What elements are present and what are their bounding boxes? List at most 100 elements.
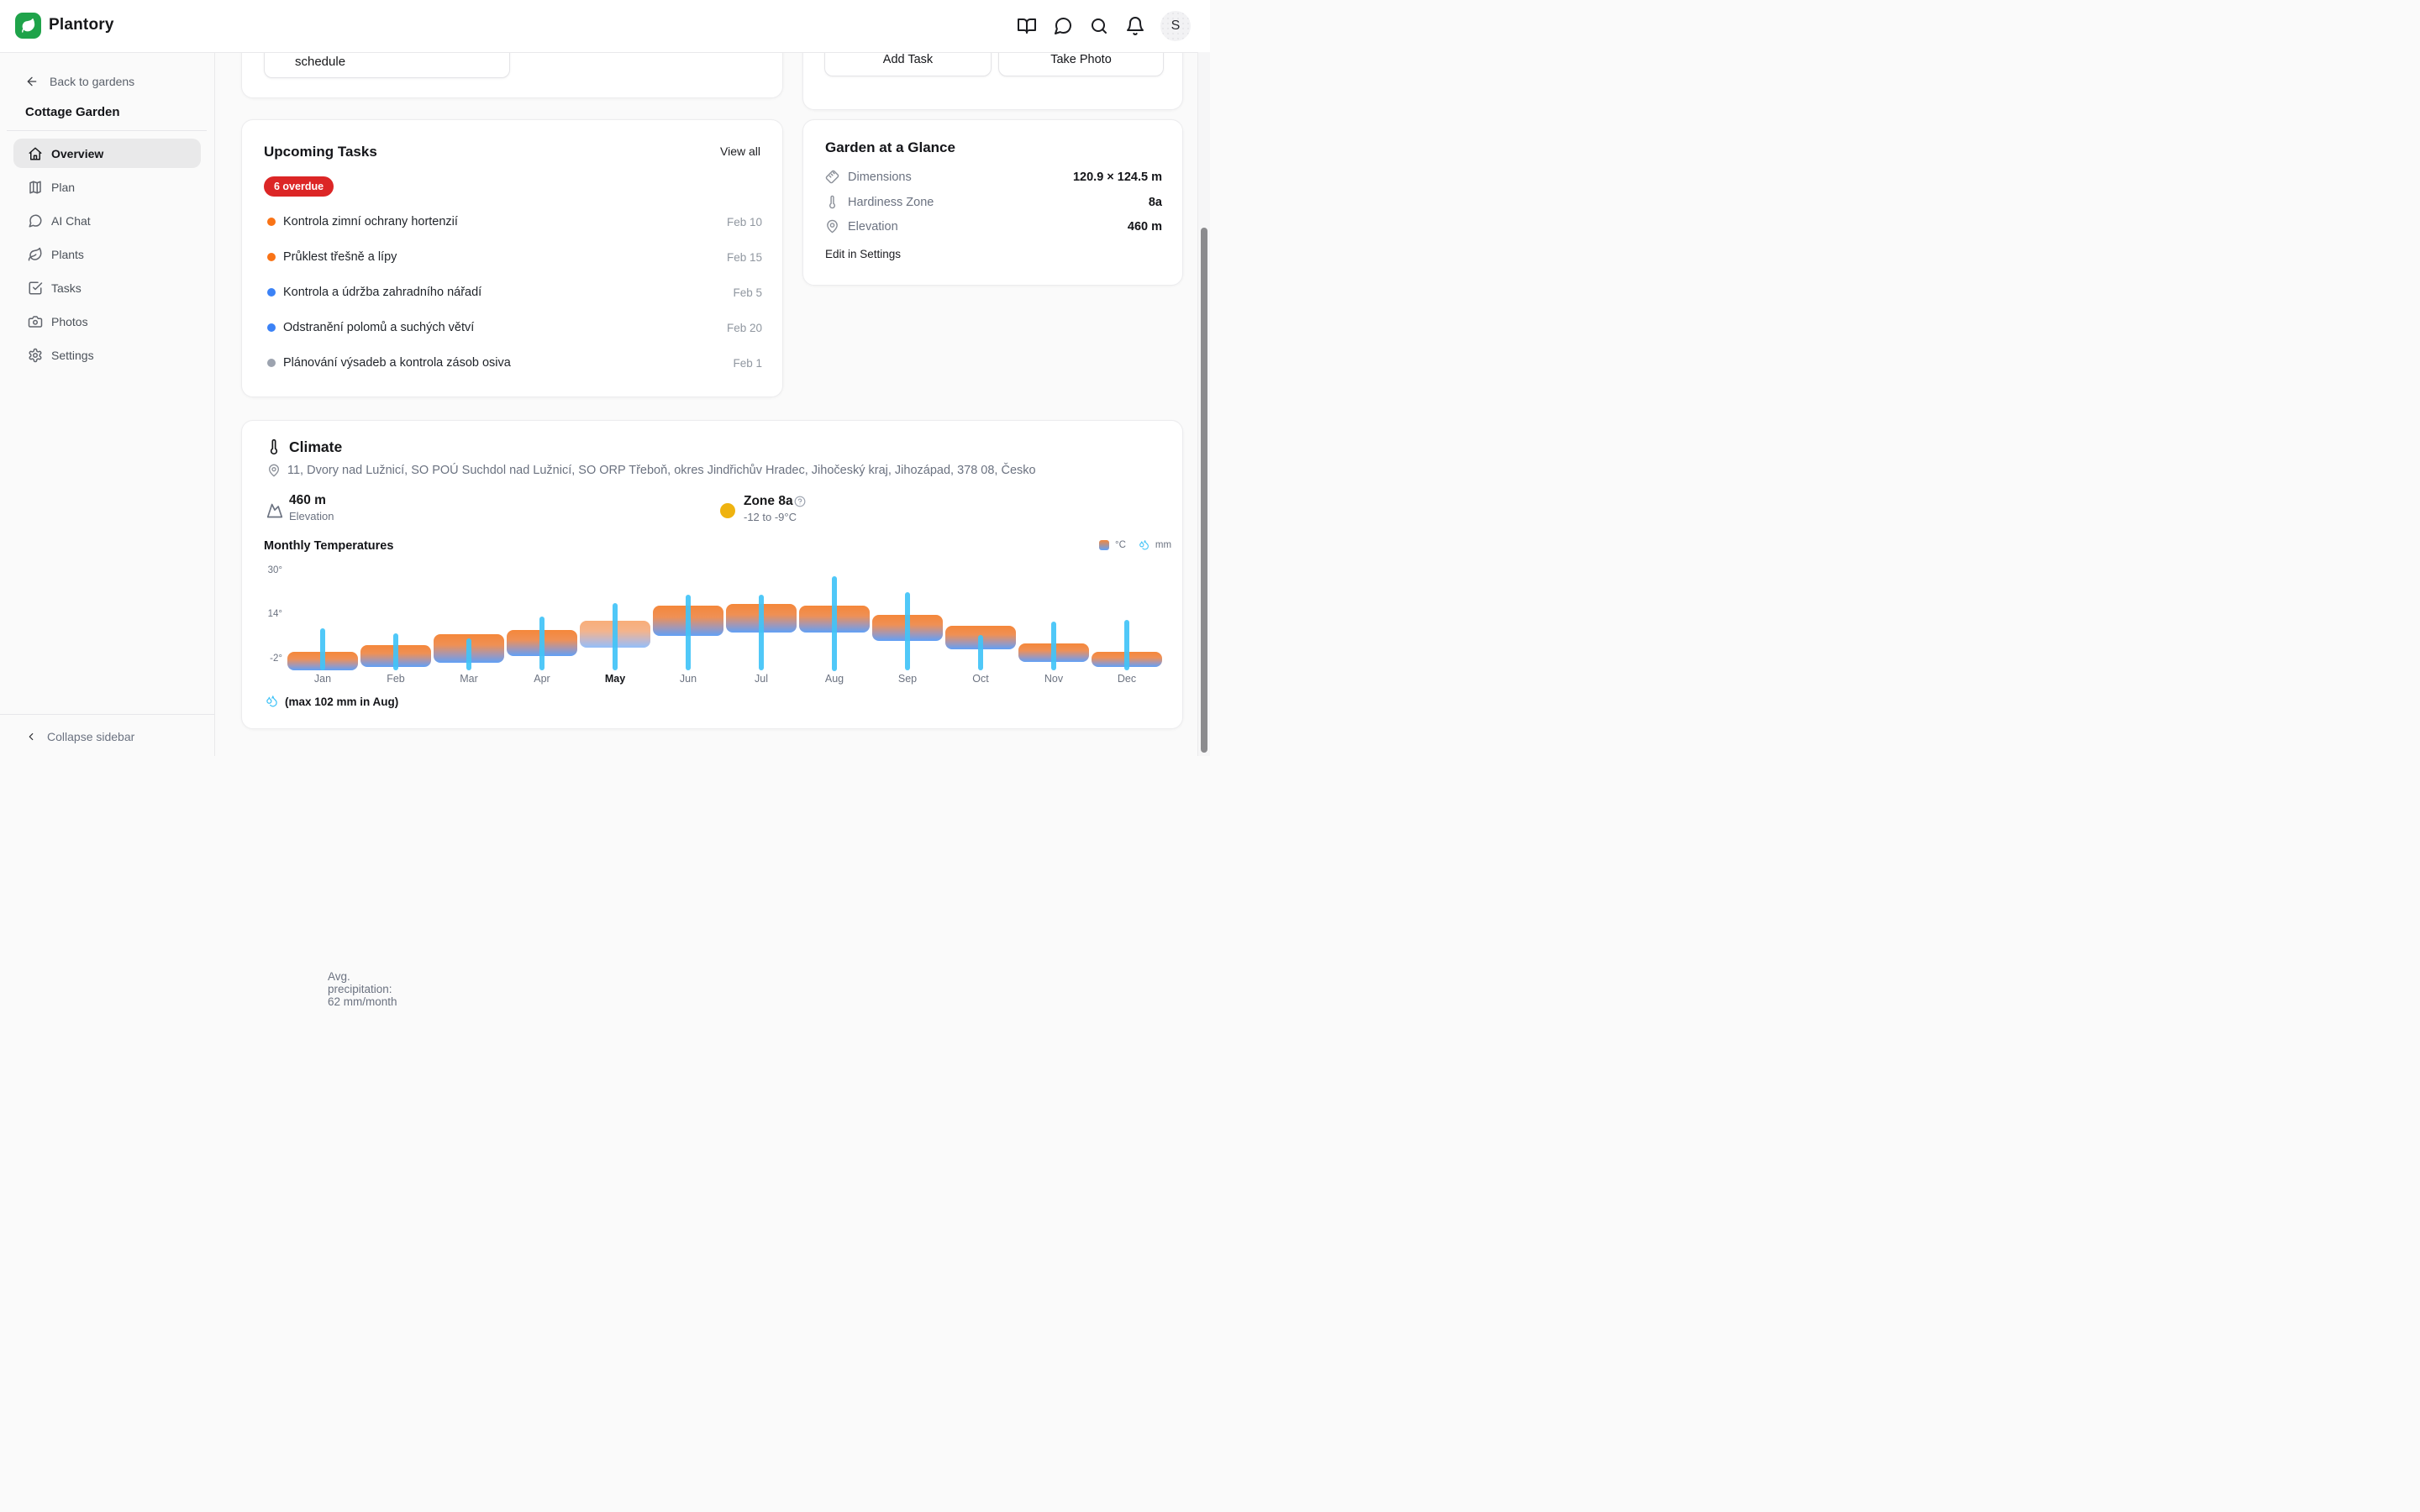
task-title: Odstranění polomů a suchých větví bbox=[283, 321, 474, 334]
upcoming-tasks-title: Upcoming Tasks bbox=[264, 144, 377, 160]
sidebar-item-tasks[interactable]: Tasks bbox=[13, 273, 201, 302]
task-status-dot bbox=[267, 288, 276, 297]
sidebar-item-label: Tasks bbox=[51, 281, 82, 295]
month-label-oct: Oct bbox=[955, 673, 1006, 685]
droplets-icon bbox=[266, 695, 278, 707]
precip-line-mar[interactable] bbox=[466, 638, 471, 671]
sidebar-item-plants[interactable]: Plants bbox=[13, 239, 201, 269]
month-label-jul: Jul bbox=[736, 673, 786, 685]
app-name: Plantory bbox=[49, 16, 114, 34]
glance-value: 8a bbox=[1149, 196, 1162, 209]
glance-value: 460 m bbox=[1128, 220, 1162, 234]
collapse-label: Collapse sidebar bbox=[47, 730, 134, 743]
message-circle-icon[interactable] bbox=[1053, 16, 1073, 36]
monthly-temps-chart: 30°14°-2°JanFebMarAprMayJunJulAugSepOctN… bbox=[242, 421, 1184, 730]
glance-label: Hardiness Zone bbox=[848, 196, 934, 209]
precip-line-oct[interactable] bbox=[978, 635, 983, 670]
app-logo bbox=[15, 13, 41, 39]
precip-line-nov[interactable] bbox=[1051, 622, 1056, 671]
task-date: Feb 15 bbox=[727, 251, 762, 264]
y-axis-tick: -2° bbox=[242, 654, 282, 664]
glance-row-hardiness-zone: Hardiness Zone 8a bbox=[803, 193, 1184, 212]
top-bar: Plantory S bbox=[0, 0, 1210, 53]
map-pin-icon bbox=[825, 219, 839, 234]
edit-in-settings-link[interactable]: Edit in Settings bbox=[825, 248, 901, 260]
sidebar-item-label: Photos bbox=[51, 315, 88, 328]
glance-label: Elevation bbox=[848, 220, 898, 234]
task-date: Feb 5 bbox=[733, 286, 762, 299]
sidebar-item-photos[interactable]: Photos bbox=[13, 307, 201, 336]
task-title: Plánování výsadeb a kontrola zásob osiva bbox=[283, 356, 511, 370]
camera-icon bbox=[28, 314, 43, 329]
task-row[interactable]: Plánování výsadeb a kontrola zásob osiva… bbox=[242, 350, 784, 375]
task-date: Feb 10 bbox=[727, 216, 762, 228]
month-label-mar: Mar bbox=[444, 673, 494, 685]
sidebar-item-label: Settings bbox=[51, 349, 94, 362]
task-date: Feb 20 bbox=[727, 322, 762, 334]
sidebar: Back to gardens Cottage Garden Overview P… bbox=[0, 52, 215, 756]
sidebar-item-label: Overview bbox=[51, 147, 103, 160]
book-open-icon[interactable] bbox=[1017, 16, 1037, 36]
task-row[interactable]: Kontrola a údržba zahradního nářadí Feb 5 bbox=[242, 280, 784, 305]
message-circle-icon bbox=[28, 213, 43, 228]
y-axis-tick: 14° bbox=[242, 609, 282, 619]
avatar-initial: S bbox=[1171, 18, 1181, 34]
home-icon bbox=[28, 146, 43, 161]
glance-label: Dimensions bbox=[848, 171, 912, 184]
precip-line-aug[interactable] bbox=[832, 576, 837, 671]
sidebar-divider bbox=[7, 130, 207, 131]
sidebar-item-ai-chat[interactable]: AI Chat bbox=[13, 206, 201, 235]
month-label-aug: Aug bbox=[809, 673, 860, 685]
garden-name: Cottage Garden bbox=[25, 105, 120, 119]
y-axis-tick: 30° bbox=[242, 565, 282, 575]
scrollbar-thumb[interactable] bbox=[1201, 228, 1207, 753]
precip-note: Avg. precipitation: 62 mm/month (max 102… bbox=[285, 696, 398, 708]
search-icon[interactable] bbox=[1089, 16, 1109, 36]
precip-line-may[interactable] bbox=[613, 603, 618, 671]
task-date: Feb 1 bbox=[733, 357, 762, 370]
precip-line-jan[interactable] bbox=[320, 628, 325, 671]
sidebar-item-label: Plan bbox=[51, 181, 75, 194]
chevron-left-icon bbox=[25, 731, 37, 743]
collapse-sidebar-button[interactable]: Collapse sidebar bbox=[25, 730, 134, 743]
precip-line-sep[interactable] bbox=[905, 592, 910, 670]
avatar[interactable]: S bbox=[1160, 11, 1191, 41]
sidebar-item-settings[interactable]: Settings bbox=[13, 340, 201, 370]
glance-row-dimensions: Dimensions 120.9 × 124.5 m bbox=[803, 168, 1184, 186]
back-label: Back to gardens bbox=[50, 75, 134, 88]
task-row[interactable]: Průklest třešně a lípyFeb 15 bbox=[242, 244, 784, 270]
overdue-badge: 6 overdue bbox=[264, 176, 334, 197]
precip-note-strong: (max 102 mm in Aug) bbox=[285, 696, 398, 708]
sidebar-item-label: AI Chat bbox=[51, 214, 91, 228]
schedule-label: schedule bbox=[295, 55, 345, 69]
precip-line-feb[interactable] bbox=[393, 633, 398, 670]
month-label-jun: Jun bbox=[663, 673, 713, 685]
task-status-dot bbox=[267, 253, 276, 261]
take-photo-label: Take Photo bbox=[999, 53, 1163, 66]
garden-glance-card: Garden at a Glance Dimensions120.9 × 124… bbox=[802, 119, 1183, 286]
precip-line-apr[interactable] bbox=[539, 617, 544, 670]
precip-line-jul[interactable] bbox=[759, 595, 764, 671]
bell-icon[interactable] bbox=[1125, 16, 1145, 36]
settings-icon bbox=[28, 348, 43, 363]
task-row[interactable]: Odstranění polomů a suchých větví Feb 20 bbox=[242, 315, 784, 340]
precip-line-dec[interactable] bbox=[1124, 620, 1129, 671]
sidebar-item-plan[interactable]: Plan bbox=[13, 172, 201, 202]
sidebar-item-label: Plants bbox=[51, 248, 84, 261]
upcoming-tasks-card: Upcoming Tasks View all 6 overdue Kontro… bbox=[241, 119, 783, 397]
task-row[interactable]: Kontrola zimní ochrany hortenziíFeb 10 bbox=[242, 209, 784, 234]
climate-card: Climate 11, Dvory nad Lužnicí, SO POÚ Su… bbox=[241, 420, 1183, 729]
scrollbar-track[interactable] bbox=[1197, 52, 1210, 756]
month-label-may: May bbox=[590, 673, 640, 685]
task-status-dot bbox=[267, 359, 276, 367]
add-task-label: Add Task bbox=[825, 53, 991, 66]
task-status-dot bbox=[267, 218, 276, 226]
back-to-gardens-button[interactable]: Back to gardens bbox=[25, 75, 134, 88]
month-label-feb: Feb bbox=[371, 673, 421, 685]
sidebar-item-overview[interactable]: Overview bbox=[13, 139, 201, 168]
task-title: Kontrola a údržba zahradního nářadí bbox=[283, 286, 481, 299]
precip-line-jun[interactable] bbox=[686, 595, 691, 671]
view-all-link[interactable]: View all bbox=[720, 144, 760, 158]
month-label-sep: Sep bbox=[882, 673, 933, 685]
glance-value: 120.9 × 124.5 m bbox=[1073, 171, 1162, 184]
